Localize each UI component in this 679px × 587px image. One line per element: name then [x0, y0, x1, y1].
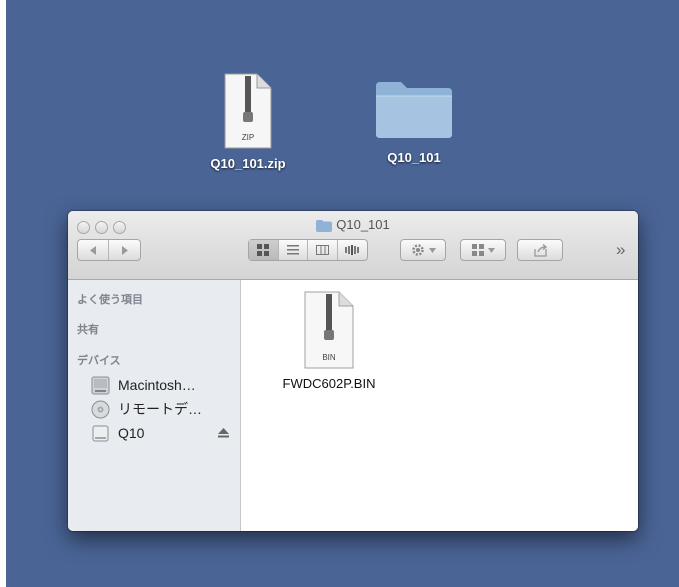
forward-button[interactable] [109, 240, 140, 260]
bin-file-icon: BIN [304, 291, 354, 369]
file-item[interactable]: BIN FWDC602P.BIN [269, 290, 389, 391]
share-icon [533, 243, 547, 257]
desktop-item-folder[interactable]: Q10_101 [364, 78, 464, 165]
sidebar-item-macintosh[interactable]: Macintosh… [91, 375, 236, 395]
zip-file-icon: ZIP [224, 73, 272, 149]
view-switcher [248, 239, 368, 261]
window-title-text: Q10_101 [336, 217, 390, 232]
external-drive-icon [92, 425, 109, 441]
sidebar-section-shared[interactable]: 共有 [77, 321, 99, 337]
desktop-item-label: Q10_101 [387, 150, 441, 165]
window-titlebar[interactable]: Q10_101 » [68, 211, 638, 280]
chevron-left-icon [89, 245, 96, 255]
arrange-menu-button[interactable] [460, 239, 506, 261]
zip-badge: ZIP [242, 133, 254, 142]
hard-drive-icon [91, 376, 110, 394]
coverflow-icon [345, 245, 360, 255]
eject-icon[interactable] [218, 428, 229, 438]
desktop: ZIP Q10_101.zip Q10_101 Q10_101 » よく使う項目… [6, 0, 679, 587]
bin-badge: BIN [322, 353, 336, 362]
nav-buttons [77, 239, 141, 261]
sidebar-section-devices[interactable]: デバイス [77, 352, 121, 368]
coverflow-view-button[interactable] [338, 240, 367, 260]
list-view-button[interactable] [279, 240, 308, 260]
column-view-button[interactable] [308, 240, 338, 260]
back-button[interactable] [78, 240, 110, 260]
sidebar-item-q10[interactable]: Q10 [91, 423, 236, 443]
sidebar-section-favorites[interactable]: よく使う項目 [77, 291, 143, 307]
chevron-down-icon [487, 247, 495, 253]
icon-view-button[interactable] [249, 240, 279, 260]
action-menu-button[interactable] [400, 239, 446, 261]
remote-disc-icon [91, 400, 110, 418]
sidebar-item-label: Q10 [118, 425, 145, 441]
columns-icon [315, 245, 329, 255]
folder-icon [316, 219, 333, 232]
window-title: Q10_101 [68, 217, 638, 232]
list-icon [286, 245, 299, 255]
file-name: FWDC602P.BIN [282, 376, 376, 391]
sidebar-item-remote-disc[interactable]: リモートデ… [91, 399, 236, 419]
desktop-item-zip[interactable]: ZIP Q10_101.zip [192, 72, 304, 171]
grid-icon [257, 244, 270, 256]
sidebar-item-label: Macintosh… [118, 377, 196, 393]
chevron-down-icon [428, 247, 436, 253]
chevron-right-icon [122, 245, 128, 255]
sidebar: よく使う項目 共有 デバイス Macintosh… リモートデ… Q10 [68, 280, 241, 531]
share-button[interactable] [517, 239, 563, 261]
file-browser-content: BIN FWDC602P.BIN [241, 280, 638, 531]
gear-icon [411, 244, 424, 256]
desktop-item-label: Q10_101.zip [210, 156, 286, 171]
finder-window: Q10_101 » よく使う項目 共有 デバイス Macintosh… リモート… [68, 211, 638, 531]
toolbar-overflow-button[interactable]: » [616, 240, 625, 260]
sidebar-item-label: リモートデ… [118, 401, 202, 417]
folder-icon [376, 82, 452, 138]
arrange-icon [471, 244, 484, 256]
